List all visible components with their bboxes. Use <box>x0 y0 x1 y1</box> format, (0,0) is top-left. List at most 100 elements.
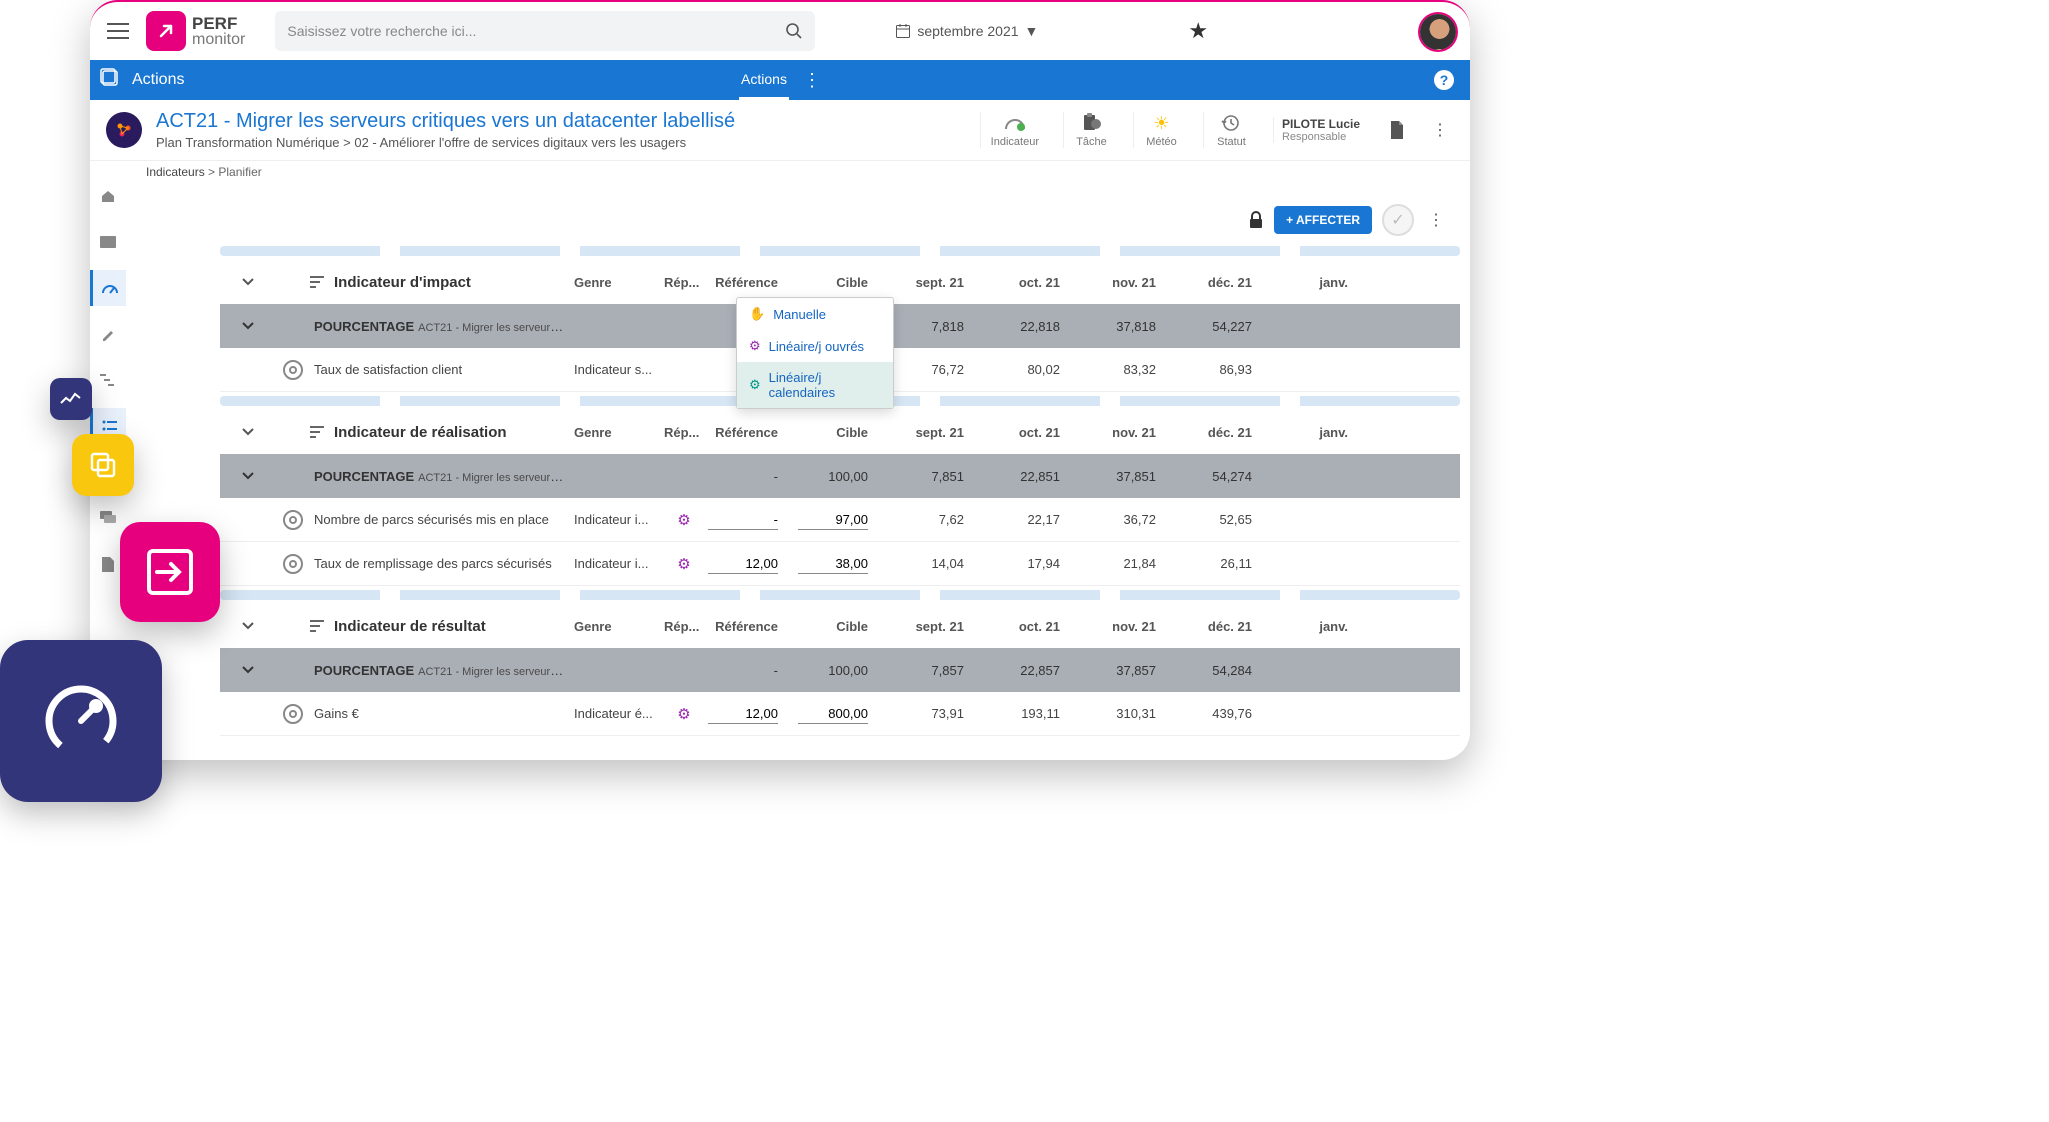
cible-cell[interactable] <box>782 554 872 574</box>
col-cible[interactable]: Cible <box>782 425 872 440</box>
search-bar[interactable] <box>275 11 815 51</box>
pilot-box[interactable]: PILOTE Lucie Responsable <box>1273 117 1368 143</box>
col-m5[interactable]: janv. <box>1256 425 1352 440</box>
section-collapse[interactable] <box>220 427 276 437</box>
col-rep[interactable]: Rép... <box>660 275 708 290</box>
affect-button[interactable]: + AFFECTER <box>1274 206 1372 234</box>
col-m3[interactable]: nov. 21 <box>1064 619 1160 634</box>
document-icon[interactable] <box>1382 120 1412 140</box>
cible-input[interactable] <box>798 554 868 574</box>
col-m1[interactable]: sept. 21 <box>872 619 968 634</box>
table-more-button[interactable]: ⋮ <box>1424 210 1448 230</box>
menu-button[interactable] <box>100 13 136 49</box>
group-row[interactable]: POURCENTAGEACT21 - Migrer les serveurs c… <box>220 648 1460 692</box>
col-m1[interactable]: sept. 21 <box>872 275 968 290</box>
rail-gauge[interactable] <box>90 270 126 306</box>
validate-button[interactable]: ✓ <box>1382 204 1414 236</box>
col-genre[interactable]: Genre <box>570 275 660 290</box>
col-rep[interactable]: Rép... <box>660 619 708 634</box>
tab-actions[interactable]: Actions <box>739 60 789 100</box>
lock-icon[interactable] <box>1248 211 1264 229</box>
search-input[interactable] <box>287 23 803 39</box>
col-cible[interactable]: Cible <box>782 619 872 634</box>
user-avatar[interactable] <box>1420 14 1456 50</box>
rail-timeline[interactable] <box>90 362 126 398</box>
status-indicateur[interactable]: Indicateur <box>980 112 1049 148</box>
status-meteo[interactable]: ☀ Météo <box>1133 112 1189 148</box>
dropdown-lineaire-calendaires[interactable]: ⚙Linéaire/j calendaires <box>737 362 893 408</box>
section-name: Indicateur de résultat <box>334 618 486 635</box>
cible-input[interactable] <box>798 704 868 724</box>
chevron-down-icon: ▼ <box>1025 23 1039 39</box>
group-collapse[interactable] <box>220 321 276 331</box>
period-selector[interactable]: septembre 2021 ▼ <box>895 23 1038 39</box>
reference-cell[interactable] <box>708 554 782 574</box>
reference-input[interactable] <box>708 510 778 530</box>
reference-input[interactable] <box>708 704 778 724</box>
gear-icon[interactable]: ⚙ <box>660 511 708 529</box>
col-m3[interactable]: nov. 21 <box>1064 425 1160 440</box>
sort-icon[interactable] <box>310 426 324 438</box>
col-genre[interactable]: Genre <box>570 425 660 440</box>
section-collapse[interactable] <box>220 621 276 631</box>
reference-input[interactable] <box>708 554 778 574</box>
gear-icon: ⚙ <box>749 338 761 354</box>
col-cible[interactable]: Cible <box>782 275 872 290</box>
reference-cell[interactable] <box>708 510 782 530</box>
dropdown-lineaire-ouvres[interactable]: ⚙Linéaire/j ouvrés <box>737 330 893 362</box>
cible-cell[interactable] <box>782 704 872 724</box>
favorites-button[interactable]: ★ <box>1188 18 1208 44</box>
col-m4[interactable]: déc. 21 <box>1160 425 1256 440</box>
crumb-indicateurs[interactable]: Indicateurs <box>146 165 205 179</box>
action-more-button[interactable]: ⋮ <box>1426 120 1454 140</box>
target-icon <box>276 360 310 380</box>
indicator-row[interactable]: Gains € Indicateur é... ⚙ 73,91 193,11 3… <box>220 692 1460 736</box>
search-icon[interactable] <box>785 22 803 40</box>
status-statut[interactable]: Statut <box>1203 112 1259 148</box>
logo[interactable]: PERF monitor <box>146 11 245 51</box>
group-collapse[interactable] <box>220 665 276 675</box>
indicator-row[interactable]: Nombre de parcs sécurisés mis en place I… <box>220 498 1460 542</box>
rail-edit[interactable] <box>90 316 126 352</box>
col-m5[interactable]: janv. <box>1256 275 1352 290</box>
col-m5[interactable]: janv. <box>1256 619 1352 634</box>
col-m3[interactable]: nov. 21 <box>1064 275 1160 290</box>
scroll-strip-top[interactable] <box>220 246 1460 256</box>
group-row[interactable]: POURCENTAGEACT21 - Migrer les serveurs c… <box>220 454 1460 498</box>
help-button[interactable]: ? <box>1434 70 1454 90</box>
col-m4[interactable]: déc. 21 <box>1160 275 1256 290</box>
sort-icon[interactable] <box>310 276 324 288</box>
col-reference[interactable]: Référence <box>708 275 782 290</box>
col-genre[interactable]: Genre <box>570 619 660 634</box>
indicator-genre: Indicateur é... <box>570 706 660 721</box>
col-m2[interactable]: oct. 21 <box>968 619 1064 634</box>
group-collapse[interactable] <box>220 471 276 481</box>
gear-icon[interactable]: ⚙ <box>660 555 708 573</box>
rail-home[interactable] <box>90 178 126 214</box>
action-breadcrumb: Plan Transformation Numérique > 02 - Amé… <box>156 135 966 150</box>
col-m2[interactable]: oct. 21 <box>968 425 1064 440</box>
col-m1[interactable]: sept. 21 <box>872 425 968 440</box>
dropdown-manuelle[interactable]: ✋Manuelle <box>737 298 893 330</box>
cible-input[interactable] <box>798 510 868 530</box>
reference-cell[interactable] <box>708 704 782 724</box>
scroll-strip[interactable] <box>220 590 1460 600</box>
tabs-more[interactable]: ⋮ <box>803 70 821 91</box>
status-tache[interactable]: Tâche <box>1063 112 1119 148</box>
rail-card[interactable] <box>90 224 126 260</box>
sort-icon[interactable] <box>310 620 324 632</box>
action-header: ACT21 - Migrer les serveurs critiques ve… <box>90 100 1470 161</box>
gear-icon[interactable]: ⚙ <box>660 705 708 723</box>
col-m2[interactable]: oct. 21 <box>968 275 1064 290</box>
table-toolbar: + AFFECTER ✓ ⋮ <box>220 198 1460 242</box>
col-m4[interactable]: déc. 21 <box>1160 619 1256 634</box>
col-reference[interactable]: Référence <box>708 425 782 440</box>
rail-chat[interactable] <box>90 500 126 536</box>
indicator-genre: Indicateur i... <box>570 512 660 527</box>
col-reference[interactable]: Référence <box>708 619 782 634</box>
col-rep[interactable]: Rép... <box>660 425 708 440</box>
indicator-row[interactable]: Taux de remplissage des parcs sécurisés … <box>220 542 1460 586</box>
target-icon <box>276 510 310 530</box>
section-collapse[interactable] <box>220 277 276 287</box>
cible-cell[interactable] <box>782 510 872 530</box>
